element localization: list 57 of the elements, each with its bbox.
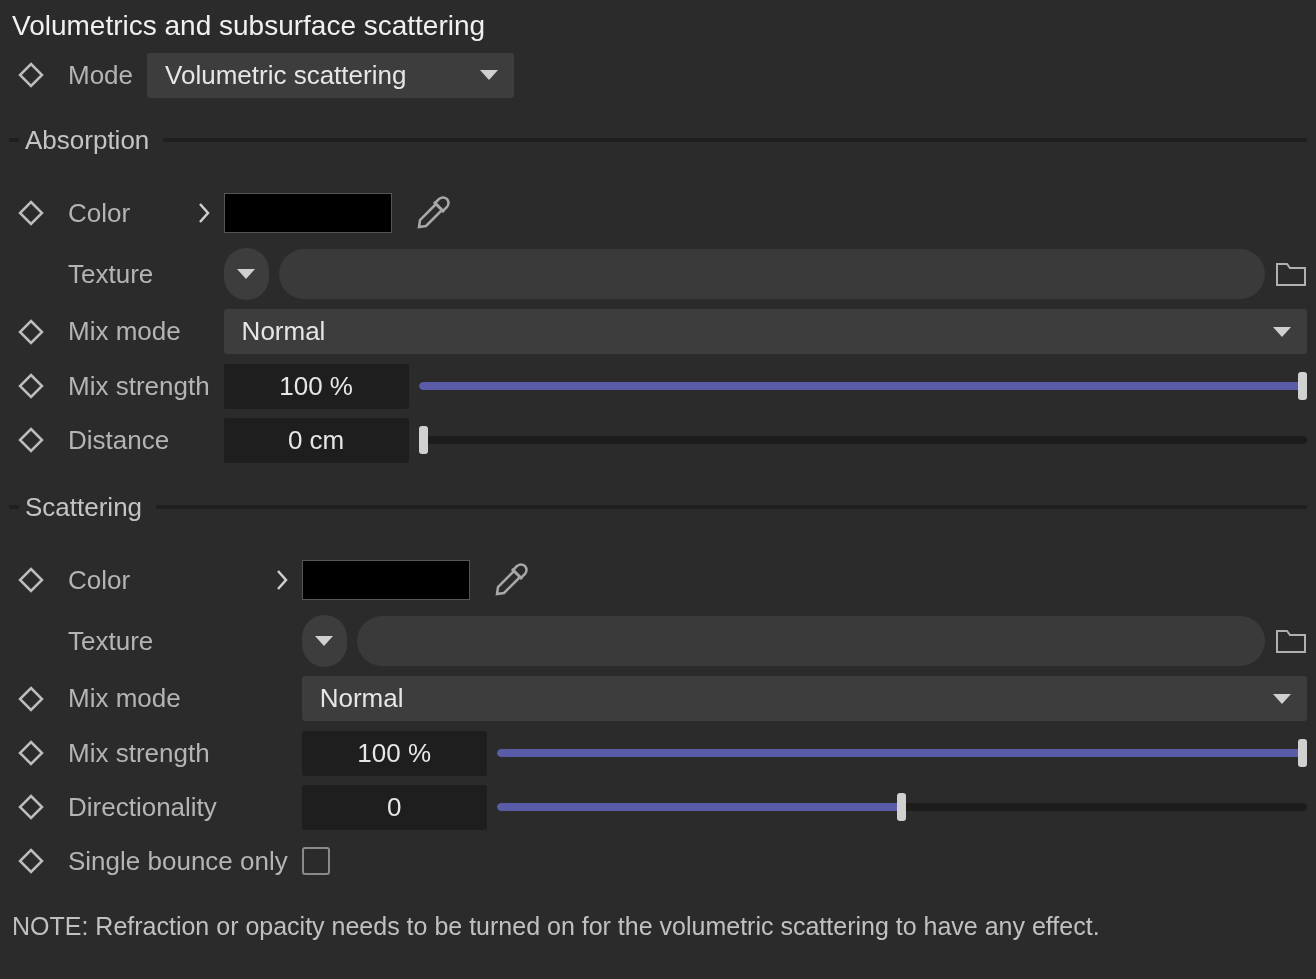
field-label: Mix strength (68, 370, 210, 402)
eyedropper-icon[interactable] (415, 196, 450, 230)
keyframe-diamond-icon[interactable] (18, 740, 44, 766)
keyframe-diamond-icon[interactable] (18, 567, 44, 593)
caret-icon (480, 70, 499, 80)
field-label: Mode (68, 59, 134, 91)
caret-icon (1273, 326, 1291, 337)
number-field[interactable]: 100 % (223, 363, 409, 409)
keyframe-diamond-icon[interactable] (18, 62, 44, 88)
mode-dropdown[interactable]: Volumetric scattering (147, 52, 515, 98)
caret-icon (1273, 693, 1291, 704)
number-field[interactable]: 0 (301, 784, 487, 830)
color-swatch[interactable] (223, 193, 392, 233)
folder-icon[interactable] (1275, 628, 1307, 654)
field-label: Mix mode (68, 683, 181, 714)
texture-menu-button[interactable] (223, 248, 269, 300)
keyframe-diamond-icon[interactable] (18, 200, 44, 226)
field-label: Distance (68, 424, 170, 456)
keyframe-diamond-icon[interactable] (18, 373, 44, 399)
caret-icon (237, 269, 256, 279)
field-label: Texture (68, 258, 154, 290)
keyframe-diamond-icon[interactable] (18, 848, 44, 874)
checkbox[interactable] (301, 847, 330, 875)
slider[interactable] (496, 739, 1307, 767)
slider[interactable] (418, 372, 1307, 400)
number-field[interactable]: 0 cm (223, 417, 409, 463)
caret-icon (315, 636, 334, 646)
field-label: Single bounce only (68, 845, 288, 877)
section-heading: Absorption (25, 124, 150, 156)
number-field[interactable]: 100 % (301, 730, 487, 776)
section-heading: Scattering (25, 491, 143, 523)
field-label: Mix strength (68, 737, 210, 769)
mix-mode-dropdown[interactable]: Normal (301, 676, 1307, 721)
keyframe-diamond-icon[interactable] (18, 685, 44, 712)
keyframe-diamond-icon[interactable] (18, 427, 44, 453)
chevron-right-icon[interactable] (197, 202, 210, 224)
slider-handle[interactable] (1298, 372, 1307, 400)
folder-icon[interactable] (1275, 261, 1307, 287)
keyframe-diamond-icon[interactable] (18, 318, 44, 345)
slider-handle[interactable] (1298, 739, 1307, 767)
panel-title: Volumetrics and subsurface scattering (12, 9, 487, 43)
chevron-right-icon[interactable] (275, 569, 288, 591)
slider[interactable] (496, 793, 1307, 821)
mix-mode-dropdown[interactable]: Normal (223, 309, 1307, 354)
keyframe-diamond-icon[interactable] (18, 794, 44, 820)
color-swatch[interactable] (301, 560, 470, 600)
note-text: NOTE: Refraction or opacity needs to be turned on for the volumetric scattering to have any effect. (12, 912, 1101, 941)
slider-handle[interactable] (418, 426, 428, 454)
field-label: Color (68, 197, 131, 229)
field-label: Mix mode (68, 316, 181, 347)
slider[interactable] (418, 426, 1307, 454)
texture-menu-button[interactable] (301, 615, 347, 667)
slider-handle[interactable] (897, 793, 907, 821)
field-label: Texture (68, 625, 154, 657)
eyedropper-icon[interactable] (493, 563, 528, 597)
field-label: Directionality (68, 791, 217, 823)
field-label: Color (68, 564, 131, 596)
